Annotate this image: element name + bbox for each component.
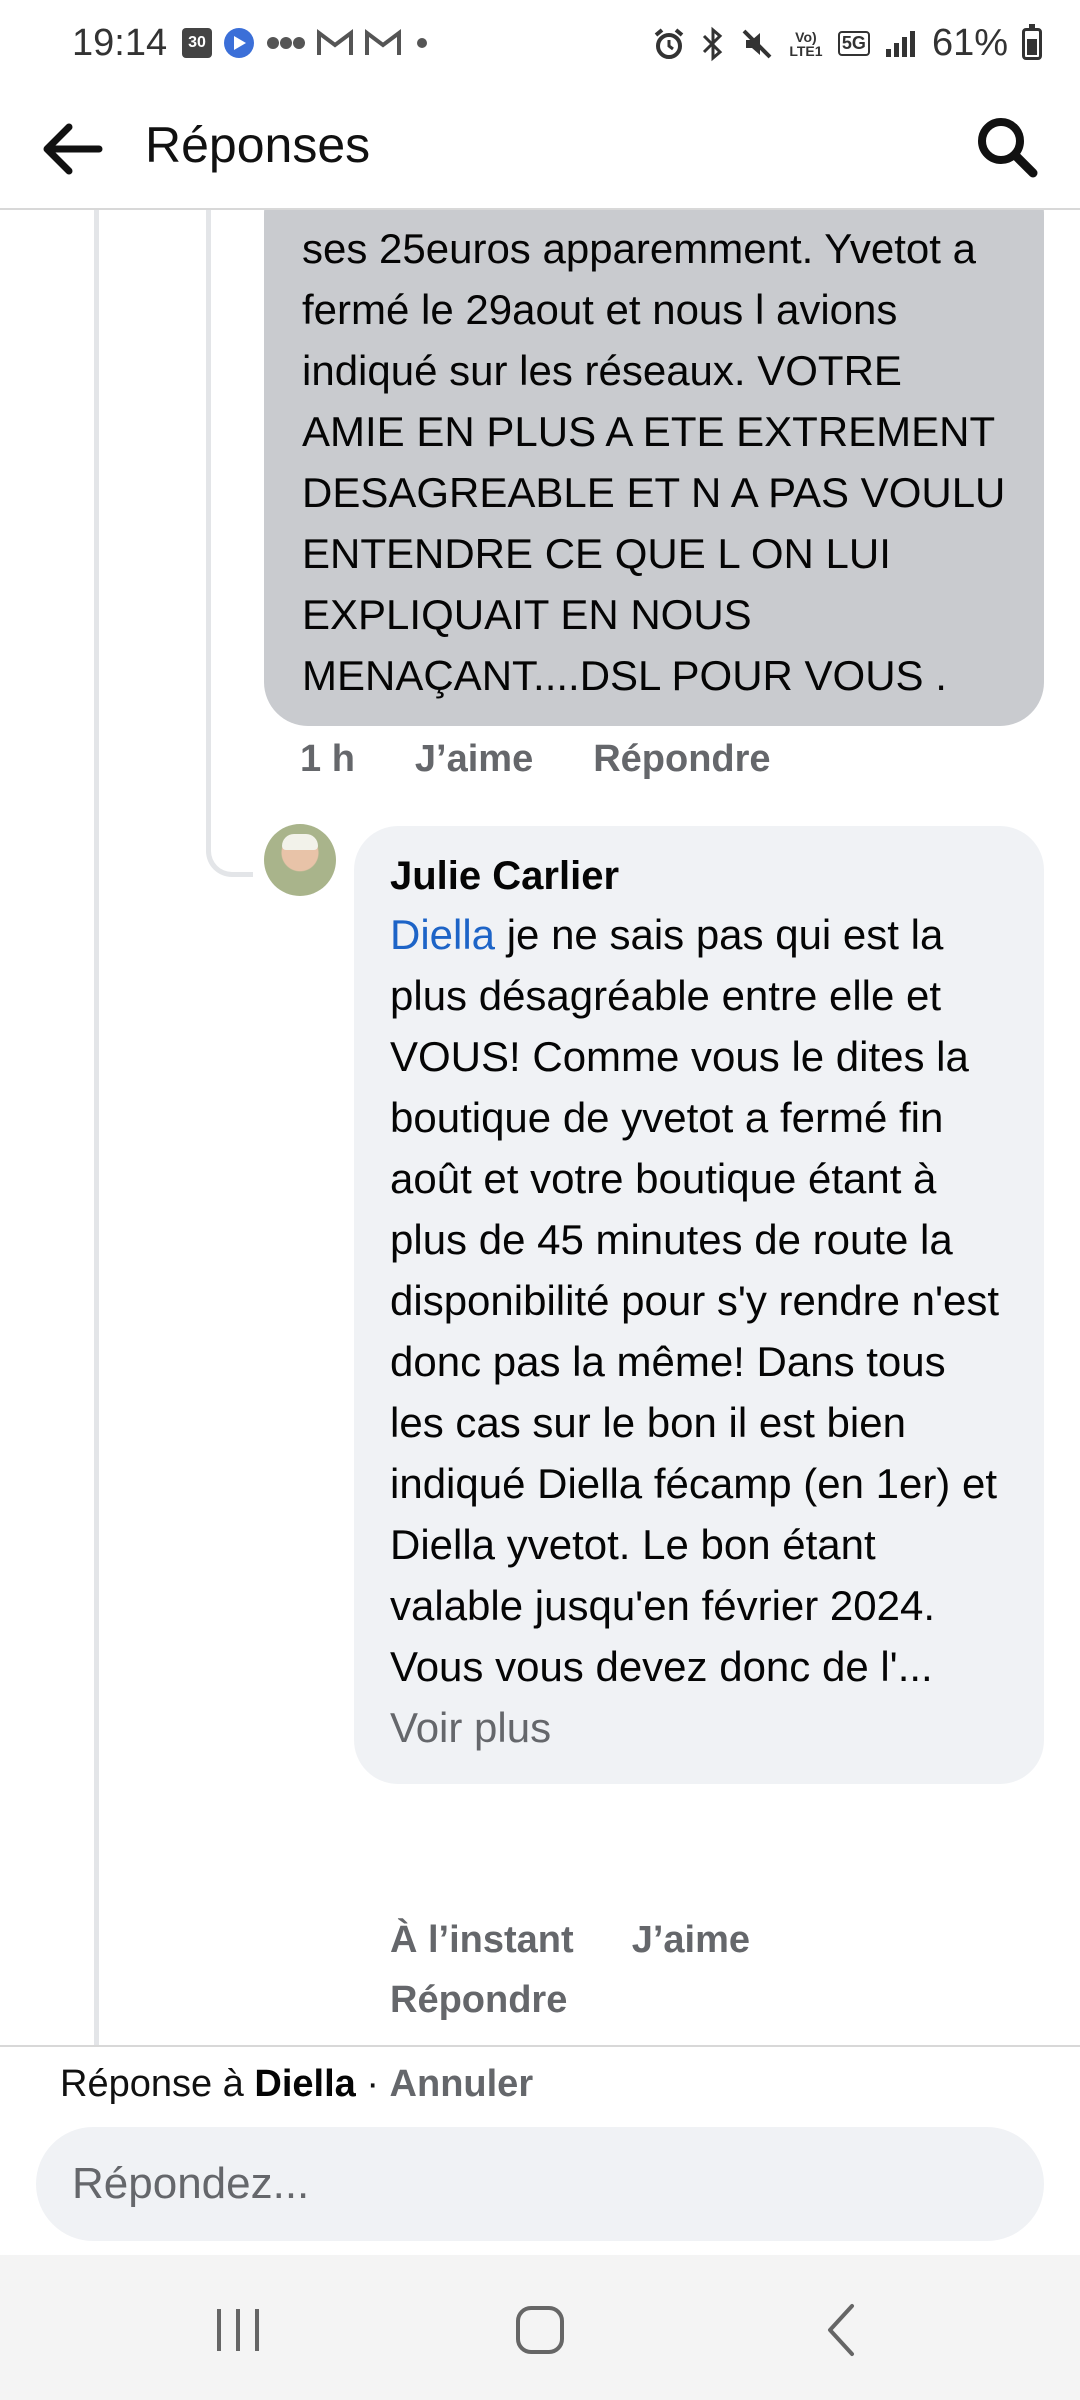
- thread-line: [94, 210, 99, 2045]
- mute-icon: [742, 29, 772, 58]
- avatar[interactable]: [264, 824, 336, 896]
- comment-time: À l’instant: [390, 1919, 574, 1961]
- reply-prefix: Réponse à: [60, 2063, 255, 2105]
- cancel-reply-button[interactable]: Annuler: [390, 2063, 534, 2105]
- page-title: Réponses: [145, 117, 371, 173]
- more-dots-icon: [267, 37, 305, 49]
- comment-actions: 1 h J’aime Répondre: [300, 738, 771, 781]
- mention-link[interactable]: Diella: [390, 911, 495, 958]
- battery-percent: 61%: [931, 22, 1008, 64]
- battery-icon: [1022, 23, 1042, 60]
- reply-button[interactable]: Répondre: [593, 738, 770, 781]
- calendar-icon: 30: [182, 28, 212, 58]
- dot-icon: [417, 38, 427, 48]
- search-icon: [978, 118, 1038, 178]
- nav-back-icon: [828, 2304, 854, 2356]
- search-button[interactable]: [970, 110, 1044, 184]
- bluetooth-icon: [702, 26, 723, 61]
- network-5g-label: 5G: [837, 31, 870, 56]
- home-button[interactable]: [495, 2295, 585, 2365]
- volte-label: Vo) LTE1: [789, 28, 823, 59]
- comment-actions: À l’instant J’aime Répondre: [390, 1910, 850, 2030]
- system-status-icons: Vo) LTE1 5G 61%: [652, 22, 1042, 65]
- back-button[interactable]: [36, 114, 106, 184]
- reply-separator: ·: [355, 2063, 390, 2105]
- app-header: Réponses: [0, 92, 1080, 210]
- reply-button[interactable]: Répondre: [390, 1979, 567, 2021]
- status-bar: 19:14 30 Vo) LTE1 5G 61%: [0, 0, 1080, 92]
- reply-input[interactable]: [36, 2127, 1044, 2241]
- recent-apps-icon: [217, 2309, 259, 2351]
- reply-target: Diella: [254, 2063, 356, 2105]
- comment-bubble[interactable]: Julie Carlier Diella je ne sais pas qui …: [354, 826, 1044, 1784]
- reply-context: Réponse à Diella · Annuler: [60, 2063, 533, 2106]
- system-nav-bar: [0, 2255, 1080, 2400]
- comment-text: Diella je ne sais pas qui est la plus dé…: [390, 904, 1010, 1758]
- reply-bar: Réponse à Diella · Annuler: [0, 2045, 1080, 2257]
- notification-icons: 30: [182, 26, 432, 60]
- arrow-left-icon: [43, 123, 103, 175]
- like-button[interactable]: J’aime: [632, 1919, 750, 1961]
- like-button[interactable]: J’aime: [415, 738, 533, 781]
- comment-bubble[interactable]: ses 25euros apparemment. Yvetot a fermé …: [264, 210, 1044, 726]
- alarm-icon: [654, 27, 684, 59]
- comment-time: 1 h: [300, 738, 355, 780]
- gmail-icon: [317, 29, 353, 55]
- see-more-link[interactable]: Voir plus: [390, 1704, 551, 1751]
- signal-icon: [885, 30, 915, 57]
- recent-apps-button[interactable]: [193, 2295, 283, 2365]
- replies-thread: ses 25euros apparemment. Yvetot a fermé …: [0, 210, 1080, 2045]
- thread-connector: [206, 820, 253, 877]
- comment-text: ses 25euros apparemment. Yvetot a fermé …: [302, 225, 1006, 699]
- app-notification-icon: [224, 28, 254, 58]
- status-time: 19:14: [72, 22, 168, 64]
- comment-body: je ne sais pas qui est la plus désagréab…: [390, 911, 1000, 1690]
- comment-author[interactable]: Julie Carlier: [390, 848, 1010, 904]
- gmail-icon-2: [365, 29, 401, 55]
- thread-line-nested: [206, 210, 211, 850]
- nav-back-button[interactable]: [797, 2295, 887, 2365]
- home-icon: [516, 2306, 564, 2354]
